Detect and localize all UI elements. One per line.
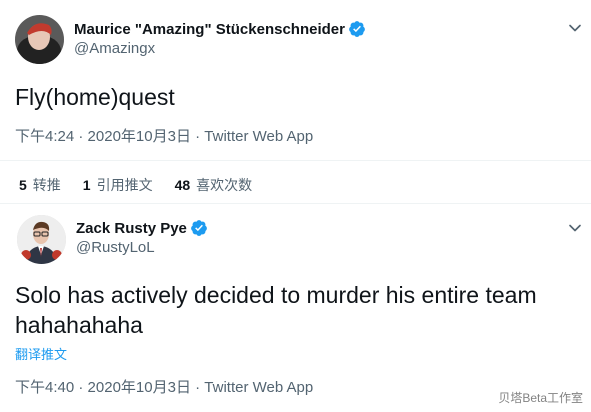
retweets-label: 转推 bbox=[32, 177, 61, 193]
verified-badge-icon bbox=[191, 220, 207, 236]
retweets-count: 5 bbox=[19, 177, 27, 193]
retweets-stat[interactable]: 5 转推 bbox=[19, 175, 61, 195]
avatar-image bbox=[17, 215, 66, 264]
likes-count: 48 bbox=[174, 177, 191, 193]
divider bbox=[0, 160, 591, 161]
display-name[interactable]: Zack Rusty Pye bbox=[76, 219, 208, 237]
translate-tweet-link[interactable]: 翻译推文 bbox=[15, 344, 67, 363]
verified-badge-icon bbox=[349, 21, 365, 37]
tweet-source[interactable]: Twitter Web App bbox=[204, 379, 313, 396]
tweet-timestamp[interactable]: 下午4:24 · 2020年10月3日 bbox=[15, 128, 191, 145]
tweet-meta: 下午4:24 · 2020年10月3日 · Twitter Web App bbox=[15, 125, 313, 146]
avatar[interactable] bbox=[17, 215, 66, 264]
tweet-text: Solo has actively decided to murder his … bbox=[15, 282, 543, 338]
tweet-meta: 下午4:40 · 2020年10月3日 · Twitter Web App bbox=[15, 376, 313, 397]
likes-stat[interactable]: 48 喜欢次数 bbox=[175, 175, 253, 195]
tweet-date: 2020年10月3日 bbox=[87, 128, 191, 145]
tweet-time: 下午4:40 bbox=[15, 379, 75, 396]
chevron-down-icon[interactable] bbox=[565, 218, 585, 238]
tweet-1: Maurice "Amazing" Stückenschneider @Amaz… bbox=[0, 0, 591, 160]
display-name[interactable]: Maurice "Amazing" Stückenschneider bbox=[74, 20, 366, 38]
quotes-label: 引用推文 bbox=[96, 177, 153, 193]
chevron-down-icon[interactable] bbox=[565, 18, 585, 38]
handle[interactable]: @Amazingx bbox=[74, 40, 155, 57]
tweet-time: 下午4:24 bbox=[15, 128, 75, 145]
quotes-stat[interactable]: 1 引用推文 bbox=[83, 175, 153, 195]
likes-label: 喜欢次数 bbox=[196, 177, 253, 193]
tweet-text: Fly(home)quest bbox=[15, 84, 175, 110]
tweet-stats: 5 转推 1 引用推文 48 喜欢次数 bbox=[19, 175, 252, 195]
quotes-count: 1 bbox=[82, 177, 91, 193]
tweet-source[interactable]: Twitter Web App bbox=[204, 128, 313, 145]
tweet-timestamp[interactable]: 下午4:40 · 2020年10月3日 bbox=[15, 379, 191, 396]
separator: · bbox=[195, 379, 201, 396]
display-name-text: Maurice "Amazing" Stückenschneider bbox=[74, 20, 345, 38]
separator: · bbox=[78, 128, 84, 145]
tweet-date: 2020年10月3日 bbox=[87, 379, 191, 396]
separator: · bbox=[195, 128, 201, 145]
display-name-text: Zack Rusty Pye bbox=[76, 219, 187, 237]
watermark: 贝塔Beta工作室 bbox=[498, 391, 583, 405]
handle[interactable]: @RustyLoL bbox=[76, 239, 155, 256]
avatar-image bbox=[15, 15, 64, 64]
avatar[interactable] bbox=[15, 15, 64, 64]
separator: · bbox=[78, 379, 84, 396]
